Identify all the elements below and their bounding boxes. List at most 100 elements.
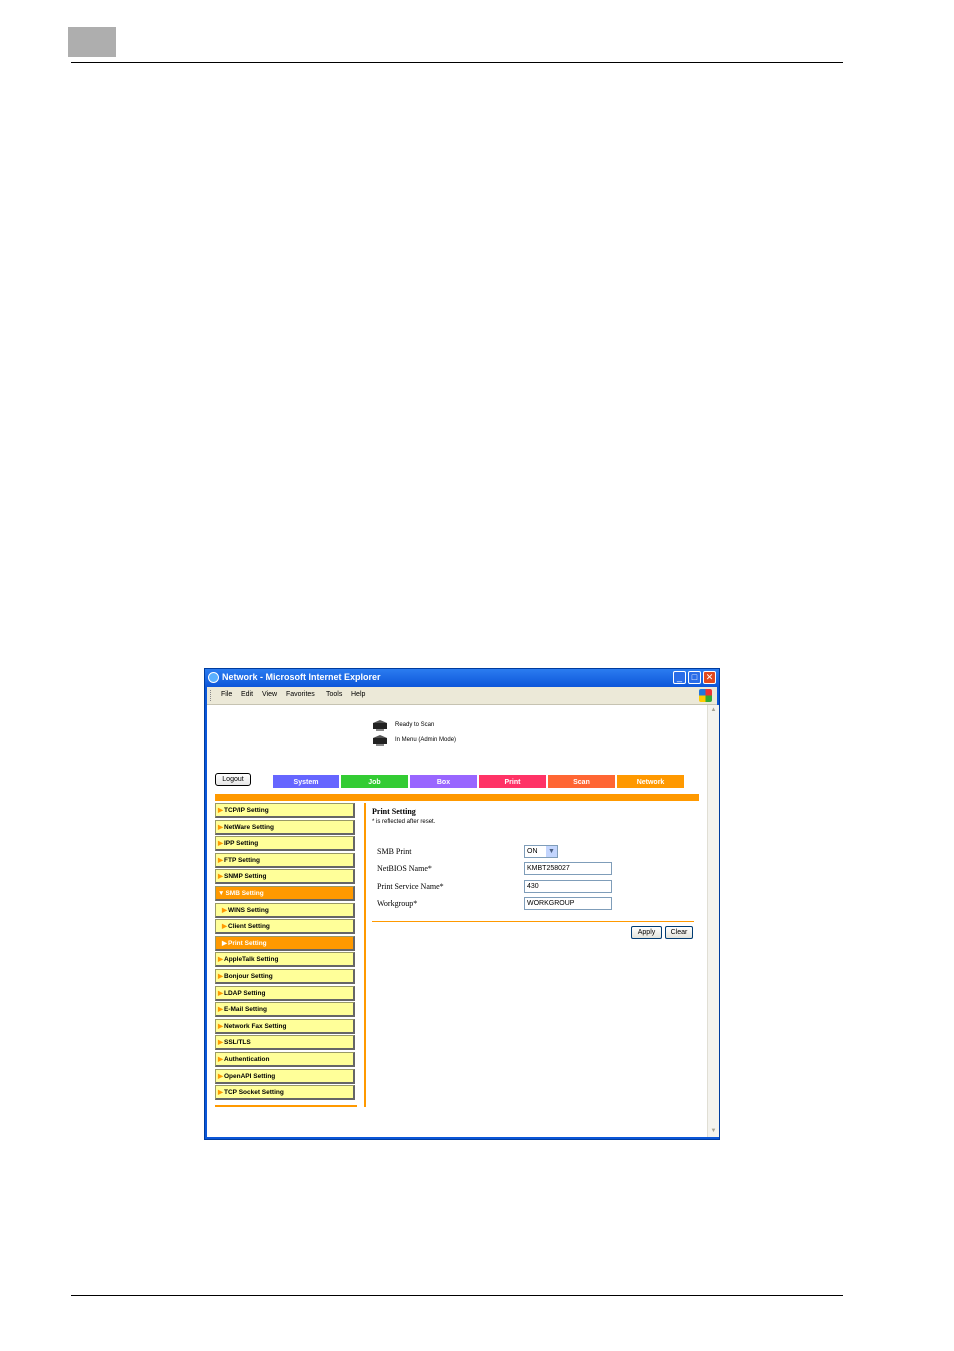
menu-favorites[interactable]: Favorites (286, 691, 315, 698)
workgroup-label: Workgroup* (377, 899, 418, 908)
sidebar-item[interactable]: ▶SNMP Setting (215, 869, 355, 885)
sidebar-item-label: Authentication (224, 1056, 270, 1063)
sidebar-item-label: NetWare Setting (224, 823, 274, 831)
menu-tools[interactable]: Tools (326, 691, 342, 698)
triangle-right-icon: ▶ (218, 823, 223, 831)
maximize-button[interactable]: □ (688, 671, 701, 684)
ie-icon (208, 672, 219, 683)
sidebar-item[interactable]: ▶TCP/IP Setting (215, 803, 355, 818)
footer-rule (71, 1295, 843, 1296)
smb-print-label: SMB Print (377, 847, 412, 856)
triangle-right-icon: ▶ (222, 923, 227, 931)
tab-print[interactable]: Print (478, 774, 547, 789)
triangle-right-icon: ▶ (218, 856, 223, 864)
triangle-right-icon: ▶ (218, 807, 223, 814)
triangle-right-icon: ▶ (218, 873, 223, 881)
sidebar-item[interactable]: ▶NetWare Setting (215, 819, 355, 835)
chevron-down-icon[interactable]: ▼ (546, 846, 557, 857)
netbios-label: NetBIOS Name* (377, 864, 432, 873)
sidebar-item[interactable]: ▶Client Setting (215, 919, 355, 935)
page-content: Ready to Scan In Menu (Admin Mode) Logou… (207, 705, 707, 1137)
menu-help[interactable]: Help (351, 691, 365, 698)
sidebar-item[interactable]: ▶Print Setting (215, 935, 355, 951)
triangle-right-icon: ▶ (218, 956, 223, 964)
menu-edit[interactable]: Edit (241, 691, 253, 698)
menu-view[interactable]: View (262, 691, 277, 698)
smb-print-value: ON (527, 848, 538, 855)
service-name-label: Print Service Name* (377, 882, 444, 891)
sidebar-item[interactable]: ▼SMB Setting (215, 886, 355, 901)
close-button[interactable]: ✕ (703, 671, 716, 684)
sidebar-item[interactable]: ▶IPP Setting (215, 836, 355, 852)
header-rule (71, 62, 843, 63)
sidebar-item-label: Print Setting (228, 939, 267, 947)
triangle-right-icon: ▶ (218, 1056, 223, 1063)
scroll-up-icon[interactable]: ▲ (708, 705, 719, 716)
sidebar-item[interactable]: ▶E-Mail Setting (215, 1002, 355, 1018)
tab-scan[interactable]: Scan (547, 774, 616, 789)
tab-job[interactable]: Job (340, 774, 409, 789)
apply-button[interactable]: Apply (631, 926, 662, 939)
sidebar-item[interactable]: ▶SSL/TLS (215, 1035, 355, 1051)
window-bottom-border (207, 1137, 718, 1139)
sidebar-item[interactable]: ▶AppleTalk Setting (215, 952, 355, 968)
sidebar-item[interactable]: ▶Bonjour Setting (215, 969, 355, 984)
sidebar-item-label: WINS Setting (228, 906, 269, 914)
logout-button[interactable]: Logout (215, 773, 251, 786)
sidebar-item[interactable]: ▶WINS Setting (215, 902, 355, 918)
smb-print-select[interactable]: ON ▼ (524, 845, 558, 858)
sidebar-item[interactable]: ▶FTP Setting (215, 852, 355, 868)
clear-button[interactable]: Clear (665, 926, 693, 939)
sidebar-item-label: OpenAPI Setting (224, 1072, 276, 1080)
tab-system[interactable]: System (272, 774, 340, 789)
triangle-right-icon: ▶ (218, 1022, 223, 1030)
triangle-right-icon: ▶ (218, 973, 223, 980)
sidebar-item-label: SNMP Setting (224, 873, 267, 881)
tab-box[interactable]: Box (409, 774, 478, 789)
vertical-scrollbar[interactable]: ▲ ▼ (707, 705, 719, 1137)
triangle-right-icon: ▶ (222, 939, 227, 947)
menu-bar: File Edit View Favorites Tools Help (207, 687, 717, 705)
netbios-input[interactable]: KMBT258027 (524, 862, 612, 875)
sidebar-item-label: Network Fax Setting (224, 1022, 287, 1030)
sidebar-item[interactable]: ▶Network Fax Setting (215, 1018, 355, 1034)
triangle-right-icon: ▶ (218, 840, 223, 848)
page-title: Print Setting (372, 807, 416, 816)
triangle-right-icon: ▶ (218, 989, 223, 997)
sidebar-item[interactable]: ▶TCP Socket Setting (215, 1085, 355, 1101)
windows-logo-icon (699, 689, 712, 702)
service-name-input[interactable]: 430 (524, 880, 612, 893)
window-title: Network - Microsoft Internet Explorer (222, 672, 381, 682)
sidebar-item-label: SSL/TLS (224, 1039, 251, 1047)
sidebar-item-label: TCP/IP Setting (224, 807, 269, 814)
triangle-right-icon: ▶ (218, 1089, 223, 1097)
sidebar-item-label: Client Setting (228, 923, 270, 931)
workgroup-input[interactable]: WORKGROUP (524, 897, 612, 910)
triangle-down-icon: ▼ (218, 890, 225, 897)
sidebar-bottom-rule (215, 1105, 357, 1107)
tab-network[interactable]: Network (616, 774, 685, 789)
sidebar-item[interactable]: ▶LDAP Setting (215, 985, 355, 1001)
page-tab-marker (68, 27, 116, 57)
sidebar-item-label: FTP Setting (224, 856, 260, 864)
reset-note: * is reflected after reset. (372, 819, 436, 825)
sidebar-item-label: SMB Setting (225, 890, 264, 897)
sidebar-item[interactable]: ▶OpenAPI Setting (215, 1068, 355, 1084)
sidebar-item-label: E-Mail Setting (224, 1006, 267, 1014)
accent-bar (215, 794, 699, 801)
triangle-right-icon: ▶ (222, 906, 227, 914)
menu-file[interactable]: File (221, 691, 232, 698)
toolbar-grip (210, 690, 213, 701)
sidebar-item-label: TCP Socket Setting (224, 1089, 284, 1097)
scroll-down-icon[interactable]: ▼ (708, 1126, 719, 1137)
vertical-divider (364, 803, 366, 1107)
sidebar-item-label: AppleTalk Setting (224, 956, 279, 964)
sidebar-item[interactable]: ▶Authentication (215, 1052, 355, 1067)
printer-icon (373, 735, 387, 746)
triangle-right-icon: ▶ (218, 1039, 223, 1047)
title-bar: Network - Microsoft Internet Explorer _ … (205, 669, 719, 687)
browser-window: Network - Microsoft Internet Explorer _ … (204, 668, 720, 1140)
printer-icon (373, 720, 387, 731)
sidebar-item-label: IPP Setting (224, 840, 259, 848)
minimize-button[interactable]: _ (673, 671, 686, 684)
